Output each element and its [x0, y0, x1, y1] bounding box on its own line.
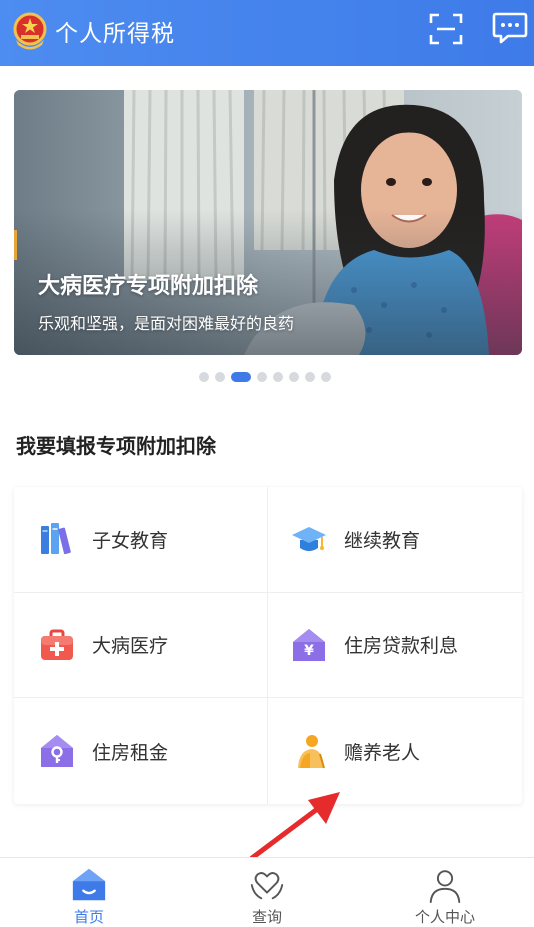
deduction-label: 继续教育 — [344, 529, 421, 552]
deduction-serious-illness[interactable]: 大病医疗 — [14, 592, 268, 699]
national-emblem-icon — [13, 12, 47, 50]
deduction-label: 子女教育 — [92, 529, 169, 552]
message-icon[interactable] — [492, 11, 528, 45]
user-icon — [429, 870, 461, 904]
deduction-label: 住房贷款利息 — [344, 635, 459, 658]
svg-text:¥: ¥ — [304, 643, 314, 659]
graduation-cap-icon — [292, 527, 326, 552]
deduction-label: 住房租金 — [92, 741, 169, 764]
section-title: 我要填报专项附加扣除 — [16, 434, 216, 458]
tab-label: 首页 — [73, 908, 104, 926]
app-title: 个人所得税 — [55, 21, 175, 47]
app-screen: 个人所得税 大病医疗专项附加扣除 乐观和坚强，是面对困难最好的良药 我要填报专项… — [0, 0, 534, 927]
house-key-icon — [41, 735, 73, 768]
home-icon — [72, 868, 106, 901]
deductions-grid: 子女教育 继续教育 大病医疗 ¥ 住房贷款利息 住房租金 赡养老人 — [14, 487, 522, 804]
house-yen-icon: ¥ — [293, 628, 325, 661]
medical-kit-icon — [41, 629, 73, 660]
carousel-dot[interactable] — [273, 372, 283, 382]
elder-icon — [298, 735, 325, 769]
deduction-housing-loan-interest[interactable]: ¥ 住房贷款利息 — [268, 593, 522, 699]
carousel-dot[interactable] — [289, 372, 299, 382]
deduction-continuing-education[interactable]: 继续教育 — [268, 487, 522, 593]
bottom-nav: 首页 查询 个人中心 — [0, 857, 534, 927]
tab-label: 个人中心 — [414, 908, 475, 926]
carousel-indicator — [199, 372, 331, 382]
carousel-dot[interactable] — [321, 372, 331, 382]
banner-carousel[interactable]: 大病医疗专项附加扣除 乐观和坚强，是面对困难最好的良药 — [14, 90, 522, 355]
header-bar: 个人所得税 — [0, 0, 534, 66]
deduction-label: 大病医疗 — [92, 635, 169, 658]
carousel-dot[interactable] — [305, 372, 315, 382]
tab-profile[interactable]: 个人中心 — [356, 858, 534, 927]
scan-icon[interactable] — [428, 12, 464, 46]
banner-title: 大病医疗专项附加扣除 — [38, 274, 259, 299]
tab-home[interactable]: 首页 — [0, 858, 178, 927]
books-icon — [41, 523, 71, 555]
annotation-arrow — [249, 792, 340, 861]
carousel-dot[interactable] — [257, 372, 267, 382]
tab-query[interactable]: 查询 — [178, 858, 356, 927]
banner-subtitle: 乐观和坚强，是面对困难最好的良药 — [38, 314, 295, 333]
tab-label: 查询 — [251, 908, 282, 926]
carousel-dot-active[interactable] — [231, 372, 251, 382]
deduction-children-education[interactable]: 子女教育 — [14, 487, 268, 593]
carousel-dot[interactable] — [199, 372, 209, 382]
heart-hands-icon — [250, 872, 284, 900]
carousel-dot[interactable] — [215, 372, 225, 382]
deduction-housing-rent[interactable]: 住房租金 — [14, 698, 268, 804]
deduction-label: 赡养老人 — [344, 741, 421, 764]
